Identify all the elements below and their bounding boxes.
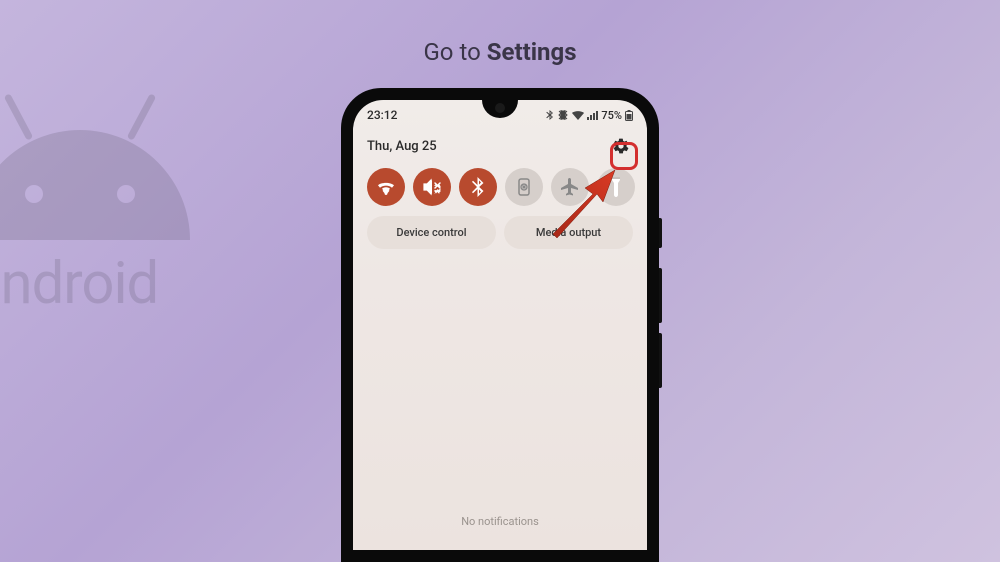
status-time: 23:12 bbox=[367, 108, 397, 122]
mute-vibrate-tile[interactable] bbox=[413, 168, 451, 206]
phone-volume-up bbox=[659, 268, 662, 323]
no-notifications-label: No notifications bbox=[353, 515, 647, 528]
vibrate-status-icon bbox=[557, 110, 569, 120]
airplane-icon bbox=[560, 177, 580, 197]
title-bold: Settings bbox=[487, 38, 577, 66]
rotation-lock-icon bbox=[514, 177, 534, 197]
signal-status-icon bbox=[587, 111, 598, 120]
battery-icon bbox=[625, 110, 633, 121]
battery-percent: 75% bbox=[601, 109, 622, 122]
phone-screen: 23:12 75% Thu, Aug 25 bbox=[353, 100, 647, 550]
phone-side-button bbox=[659, 218, 662, 248]
phone-volume-down bbox=[659, 333, 662, 388]
airplane-tile[interactable] bbox=[551, 168, 589, 206]
mute-icon bbox=[422, 178, 442, 196]
bluetooth-tile[interactable] bbox=[459, 168, 497, 206]
bluetooth-icon bbox=[472, 177, 484, 197]
phone-frame: 23:12 75% Thu, Aug 25 bbox=[341, 88, 659, 562]
date-label: Thu, Aug 25 bbox=[367, 139, 437, 154]
wifi-icon bbox=[376, 179, 396, 195]
flashlight-icon bbox=[609, 177, 623, 197]
wifi-status-icon bbox=[572, 111, 584, 120]
bluetooth-status-icon bbox=[546, 110, 554, 120]
media-output-button[interactable]: Media output bbox=[504, 216, 633, 249]
flashlight-tile[interactable] bbox=[597, 168, 635, 206]
gear-icon bbox=[612, 137, 630, 155]
settings-button[interactable] bbox=[609, 134, 633, 158]
title-prefix: Go to bbox=[423, 38, 486, 66]
device-control-button[interactable]: Device control bbox=[367, 216, 496, 249]
rotation-lock-tile[interactable] bbox=[505, 168, 543, 206]
android-logo-bg: android bbox=[0, 130, 190, 318]
qs-button-row: Device control Media output bbox=[353, 206, 647, 259]
wifi-tile[interactable] bbox=[367, 168, 405, 206]
android-text: android bbox=[0, 250, 190, 318]
qs-header: Thu, Aug 25 bbox=[353, 126, 647, 168]
qs-tiles bbox=[353, 168, 647, 206]
instruction-title: Go to Settings bbox=[423, 38, 576, 66]
status-icons: 75% bbox=[546, 109, 633, 122]
